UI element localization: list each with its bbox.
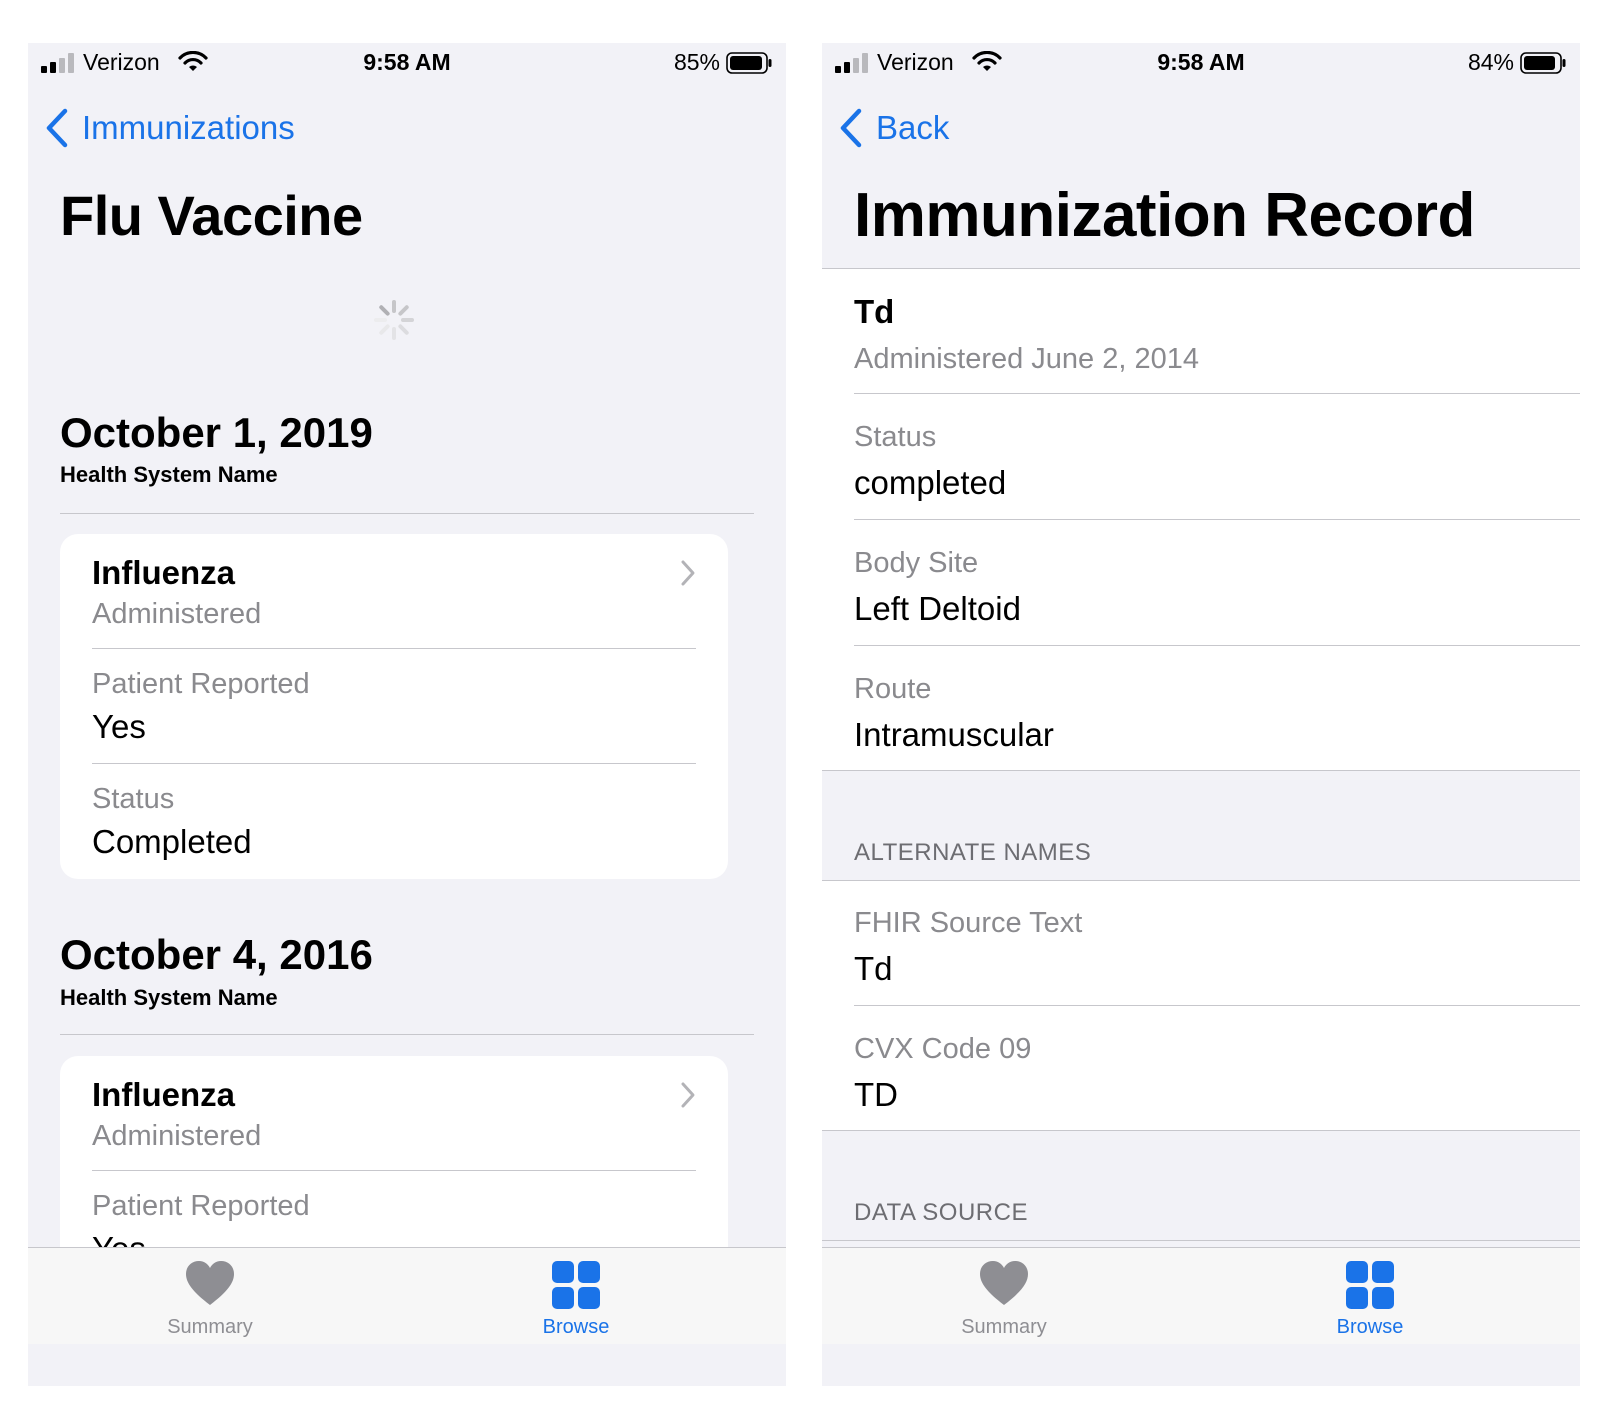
tab-browse[interactable]: Browse — [1300, 1260, 1440, 1339]
chevron-right-icon — [681, 560, 695, 586]
divider — [854, 1005, 1580, 1006]
field-label: FHIR Source Text — [854, 907, 1083, 939]
back-button-label: Back — [876, 109, 950, 146]
tab-summary-label: Summary — [961, 1316, 1047, 1338]
status-bar: Verizon 9:58 AM 84% — [822, 43, 1580, 85]
back-button[interactable]: Immunizations — [44, 105, 295, 151]
divider — [60, 513, 754, 514]
chevron-left-icon — [840, 108, 862, 148]
page-title: Immunization Record — [854, 181, 1475, 250]
heart-icon — [980, 1261, 1028, 1305]
divider — [822, 770, 1580, 771]
tab-bar: Summary Browse — [28, 1247, 786, 1344]
field-label: Patient Reported — [92, 1190, 310, 1222]
back-button[interactable]: Back — [838, 105, 949, 151]
record-title: Influenza — [92, 1076, 236, 1113]
page-title: Flu Vaccine — [60, 184, 363, 247]
record-administered-date: Administered June 2, 2014 — [854, 343, 1199, 375]
health-system-name: Health System Name — [60, 985, 278, 1010]
back-button-label: Immunizations — [82, 109, 295, 146]
section-header-alternate-names: ALTERNATE NAMES — [854, 839, 1092, 866]
tab-bar: Summary Browse — [822, 1247, 1580, 1344]
field-value: completed — [854, 464, 1007, 501]
record-subtitle: Administered — [92, 1120, 262, 1152]
divider — [822, 1240, 1580, 1241]
status-bar: Verizon 9:58 AM 85% — [28, 43, 786, 85]
divider — [92, 763, 696, 764]
tab-browse[interactable]: Browse — [506, 1260, 646, 1339]
flu-vaccine-screen: Verizon 9:58 AM 85% Immunizations Flu Va… — [28, 43, 786, 1386]
divider — [854, 393, 1580, 394]
divider — [92, 1170, 696, 1171]
grid-icon — [552, 1261, 600, 1309]
divider — [854, 645, 1580, 646]
battery-percentage: 85% — [673, 49, 720, 75]
field-label: Route — [854, 673, 932, 705]
chevron-left-icon — [46, 108, 68, 148]
battery-icon — [1520, 52, 1566, 74]
immunization-record-screen: Verizon 9:58 AM 84% Back Immunization Re… — [822, 43, 1580, 1386]
record-title: Influenza — [92, 554, 236, 591]
tab-browse-label: Browse — [542, 1316, 610, 1338]
divider — [60, 1034, 754, 1035]
tab-summary[interactable]: Summary — [140, 1260, 280, 1339]
battery-icon — [726, 52, 772, 74]
record-details: Td Administered June 2, 2014 Status comp… — [822, 269, 1580, 770]
section-header-data-source: DATA SOURCE — [854, 1199, 1028, 1226]
record-name: Td — [854, 293, 895, 330]
date-header: October 1, 2019 — [60, 409, 373, 456]
clock: 9:58 AM — [363, 49, 451, 75]
field-value: Intramuscular — [854, 716, 1054, 753]
field-label: Status — [92, 783, 175, 815]
tab-browse-label: Browse — [1336, 1316, 1404, 1338]
loading-spinner-icon — [374, 300, 414, 340]
divider — [854, 519, 1580, 520]
grid-icon — [1346, 1261, 1394, 1309]
battery-percentage: 84% — [1467, 49, 1514, 75]
alternate-names-list: FHIR Source Text Td CVX Code 09 TD — [822, 881, 1580, 1130]
heart-icon — [186, 1261, 234, 1305]
field-label: CVX Code 09 — [854, 1033, 1032, 1065]
tab-summary-label: Summary — [167, 1316, 253, 1338]
date-header: October 4, 2016 — [60, 931, 373, 978]
divider — [92, 648, 696, 649]
clock: 9:58 AM — [1157, 49, 1245, 75]
field-value: Left Deltoid — [854, 590, 1021, 627]
field-value: Yes — [92, 708, 146, 745]
divider — [822, 1130, 1580, 1131]
field-value: Td — [854, 950, 893, 987]
field-value: Completed — [92, 823, 252, 860]
field-label: Patient Reported — [92, 668, 310, 700]
chevron-right-icon — [681, 1082, 695, 1108]
field-label: Status — [854, 421, 937, 453]
field-value: TD — [854, 1076, 898, 1113]
field-label: Body Site — [854, 547, 979, 579]
immunization-card[interactable]: Influenza Administered Patient Reported … — [60, 534, 728, 879]
health-system-name: Health System Name — [60, 462, 278, 487]
tab-summary[interactable]: Summary — [934, 1260, 1074, 1339]
record-subtitle: Administered — [92, 598, 262, 630]
